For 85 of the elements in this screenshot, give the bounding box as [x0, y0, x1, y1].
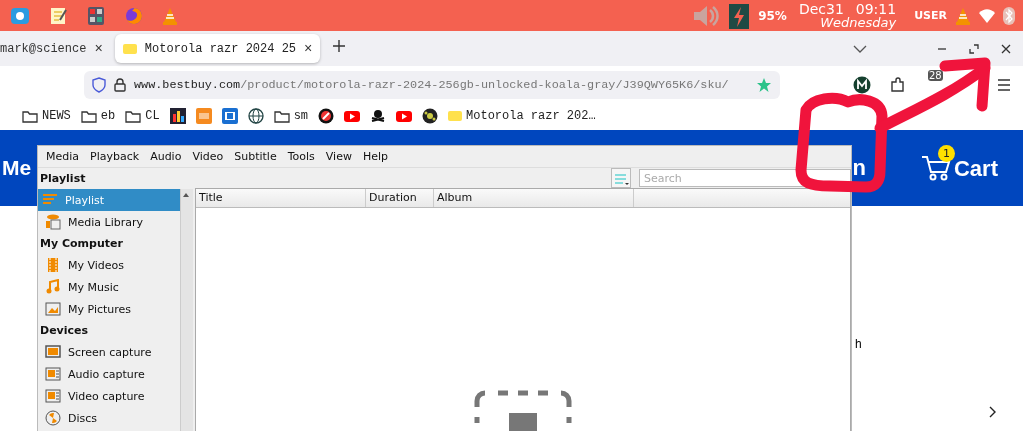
database-icon	[45, 214, 61, 230]
header-text: n	[852, 155, 866, 181]
cone-icon[interactable]	[162, 6, 178, 25]
menu-item[interactable]: Audio	[145, 150, 187, 163]
section-header: Devices	[39, 323, 90, 339]
close-icon[interactable]	[1001, 43, 1011, 54]
chevron-right-icon[interactable]	[988, 406, 996, 418]
section-header: Playlist	[39, 171, 87, 187]
star-icon[interactable]	[756, 77, 772, 93]
lock-icon	[114, 78, 126, 92]
calculator-icon[interactable]	[86, 5, 106, 26]
sidebar-item[interactable]: Discs	[38, 407, 180, 429]
tab-favicon-icon	[448, 111, 463, 121]
text-fragment: h	[855, 337, 863, 351]
bookmark-item[interactable]: Motorola razr 202…	[448, 109, 596, 123]
bookmark-item[interactable]: eb	[80, 109, 116, 123]
sound-card-icon	[45, 366, 61, 382]
address-field[interactable]: www.bestbuy.com/product/motorola-razr-2024-256gb-unlocked-koala-gray/J39QWY65K6/sku/	[84, 71, 780, 99]
close-tab-icon[interactable]: ×	[304, 40, 313, 57]
sidebar-item[interactable]: My Music	[38, 276, 180, 298]
browser-icon[interactable]	[124, 5, 144, 26]
bluetooth-icon[interactable]	[1003, 6, 1015, 25]
site-icon[interactable]	[318, 108, 335, 124]
folder-icon	[125, 109, 142, 123]
column-header[interactable]: Title	[196, 189, 366, 207]
video-play-icon[interactable]	[396, 108, 413, 124]
menu-item[interactable]: Tools	[282, 150, 320, 163]
bookmark-item[interactable]: NEWS	[22, 109, 71, 123]
battery-level: 95%	[758, 8, 787, 23]
screen-icon	[45, 344, 61, 360]
menu-item[interactable]: Playback	[85, 150, 145, 163]
scroll-up-icon[interactable]	[181, 191, 191, 199]
sidebar-item[interactable]: My Pictures	[38, 298, 180, 320]
video-play-icon[interactable]	[344, 108, 361, 124]
menu-item[interactable]: Media	[41, 150, 85, 163]
app-icon[interactable]	[10, 5, 30, 26]
folder-icon	[273, 109, 290, 123]
new-tab-icon[interactable]	[332, 39, 347, 53]
sidebar-item[interactable]: Screen capture	[38, 341, 180, 363]
extension-icon[interactable]	[853, 76, 871, 94]
disc-icon	[45, 410, 61, 426]
weekday: Wednesday	[819, 15, 897, 30]
sidebar-item[interactable]: Audio capture	[38, 363, 180, 385]
cart-count: 1	[938, 145, 955, 162]
image-icon	[45, 301, 61, 317]
bookmark-item[interactable]: sm	[273, 109, 309, 123]
video-card-icon	[45, 388, 61, 404]
tab-favicon-icon	[122, 43, 137, 54]
scrollbar[interactable]	[180, 189, 193, 431]
cone-icon[interactable]	[955, 6, 971, 25]
chart-icon[interactable]	[169, 108, 186, 124]
menu-item[interactable]: Help	[357, 150, 393, 163]
column-header[interactable]: Duration	[366, 189, 434, 207]
close-tab-icon[interactable]: ×	[94, 40, 103, 57]
folder-icon	[22, 109, 38, 123]
maximize-icon[interactable]	[969, 43, 979, 54]
battery-icon[interactable]	[728, 1, 751, 30]
header-text: Me	[2, 156, 32, 180]
wifi-icon[interactable]	[979, 8, 995, 23]
column-header[interactable]: Album	[434, 189, 634, 207]
folder-icon	[80, 109, 97, 123]
film-strip-icon	[45, 257, 61, 273]
shield-icon	[92, 77, 106, 93]
section-header: My Computer	[39, 236, 124, 252]
film-reel-icon[interactable]	[422, 108, 439, 124]
sidebar-item[interactable]: Video capture	[38, 385, 180, 407]
bookmark-item[interactable]: CL	[125, 109, 160, 123]
browser-tab[interactable]: Motorola razr 2024 25 ×	[114, 34, 321, 63]
skull-icon[interactable]	[370, 108, 387, 124]
notepad-icon[interactable]	[48, 5, 68, 26]
puzzle-icon[interactable]	[889, 76, 907, 94]
placeholder-icon	[474, 389, 572, 431]
music-note-icon	[45, 279, 61, 295]
sidebar-item[interactable]: My Videos	[38, 254, 180, 276]
clock-time: 09:11	[855, 1, 897, 16]
date: Dec31	[798, 1, 844, 16]
sidebar-item[interactable]: Media Library	[38, 211, 180, 233]
menu-item[interactable]: Subtitle	[229, 150, 282, 163]
menu-item[interactable]: View	[320, 150, 357, 163]
chevron-down-icon[interactable]	[853, 43, 867, 54]
globe-icon[interactable]	[247, 108, 264, 124]
browser-tab[interactable]: mark@science ×	[0, 34, 111, 63]
sidebar-item[interactable]: Playlist	[38, 189, 180, 211]
menu-item[interactable]: Video	[187, 150, 229, 163]
menu-icon[interactable]	[997, 79, 1011, 91]
